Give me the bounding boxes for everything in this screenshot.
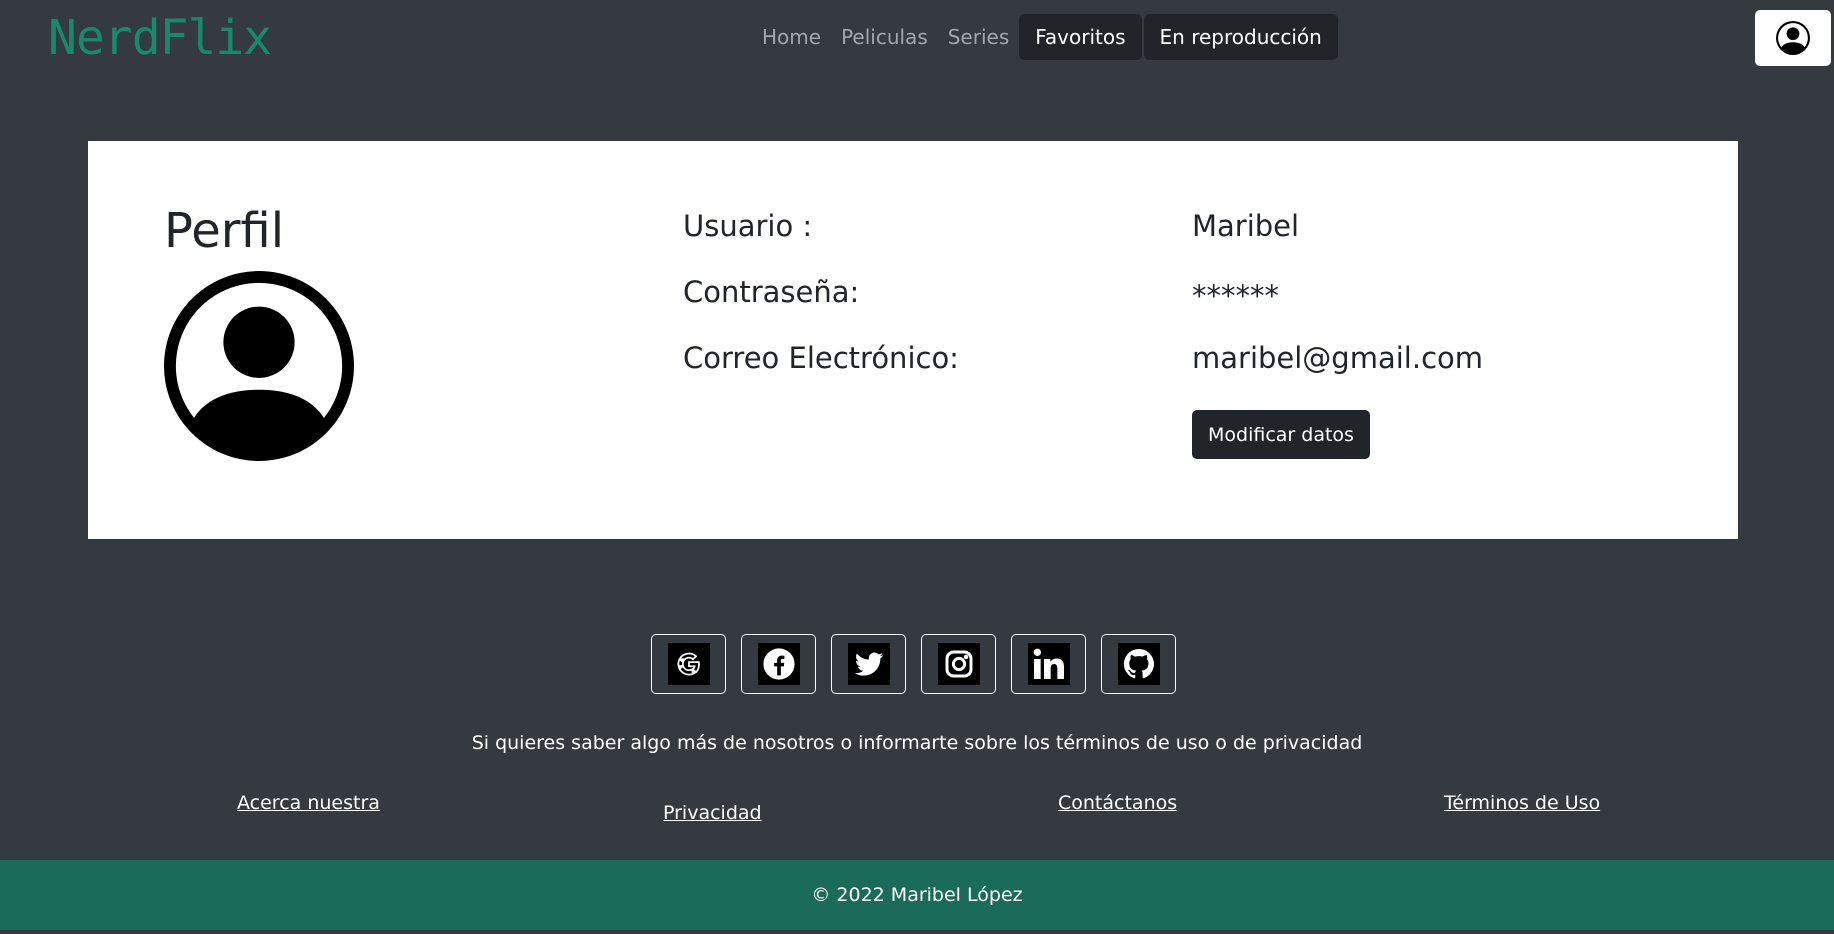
github-button[interactable]	[1101, 634, 1176, 694]
footer-link-contact[interactable]: Contáctanos	[1058, 792, 1177, 814]
nav-links: Home Peliculas Series Favoritos En repro…	[752, 14, 1338, 60]
copyright-bar: © 2022 Maribel López	[0, 860, 1834, 930]
profile-card: Perfil Usuario : Contraseña: Correo Elec…	[88, 141, 1738, 539]
value-correo: maribel@gmail.com	[1192, 341, 1484, 375]
label-usuario: Usuario :	[683, 209, 813, 243]
label-correo: Correo Electrónico:	[683, 341, 959, 375]
modify-data-button[interactable]: Modificar datos	[1192, 410, 1370, 459]
nav-button-favoritos[interactable]: Favoritos	[1019, 14, 1142, 60]
facebook-icon	[757, 643, 800, 685]
footer-link-about[interactable]: Acerca nuestra	[237, 792, 380, 814]
person-circle-icon	[1776, 21, 1810, 55]
footer-description: Si quieres saber algo más de nosotros o …	[471, 732, 1363, 754]
linkedin-icon	[1027, 643, 1070, 685]
nav-link-peliculas[interactable]: Peliculas	[831, 14, 938, 60]
github-icon	[1117, 643, 1160, 685]
label-contrasena: Contraseña:	[683, 275, 860, 309]
instagram-icon	[937, 643, 980, 685]
page-title: Perfil	[164, 203, 285, 259]
brand-logo[interactable]: NerdFlix	[48, 10, 272, 66]
user-menu-button[interactable]	[1755, 10, 1831, 66]
google-icon	[667, 643, 710, 685]
twitter-button[interactable]	[831, 634, 906, 694]
google-button[interactable]	[651, 634, 726, 694]
value-contrasena: ******	[1192, 279, 1279, 313]
instagram-button[interactable]	[921, 634, 996, 694]
footer-link-terms[interactable]: Términos de Uso	[1444, 792, 1600, 814]
person-circle-icon	[164, 271, 354, 461]
facebook-button[interactable]	[741, 634, 816, 694]
nav-link-home[interactable]: Home	[752, 14, 831, 60]
nav-button-en-reproduccion[interactable]: En reproducción	[1143, 14, 1338, 60]
twitter-icon	[847, 643, 890, 685]
value-usuario: Maribel	[1192, 209, 1300, 243]
nav-link-series[interactable]: Series	[938, 14, 1020, 60]
linkedin-button[interactable]	[1011, 634, 1086, 694]
navbar: NerdFlix Home Peliculas Series Favoritos…	[0, 0, 1834, 78]
social-links	[651, 634, 1176, 694]
footer-link-privacy[interactable]: Privacidad	[663, 802, 762, 824]
